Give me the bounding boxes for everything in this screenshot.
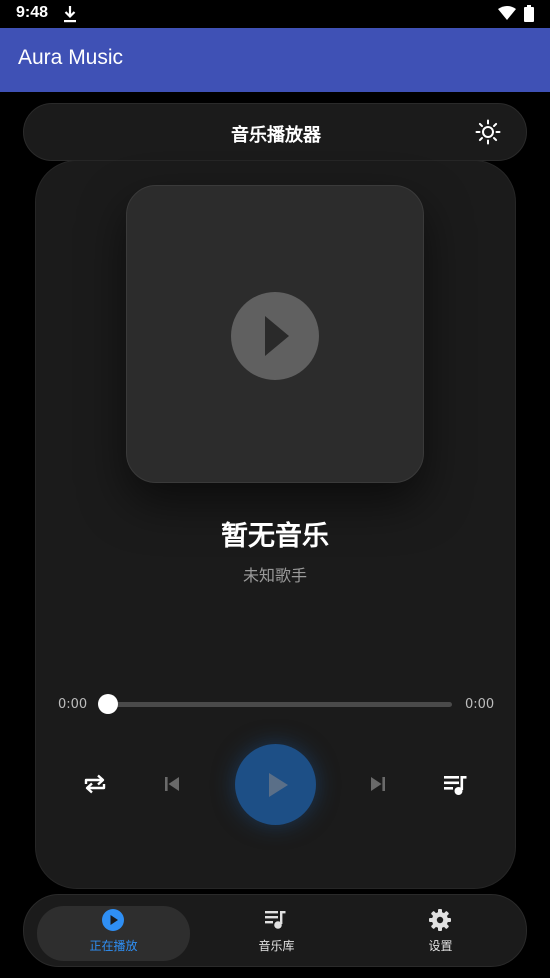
page-title: 音乐播放器 (231, 125, 321, 146)
battery-icon (524, 5, 534, 22)
nav-label-settings: 设置 (428, 939, 453, 953)
skip-previous-icon (165, 777, 179, 791)
app-title: Aura Music (18, 46, 124, 69)
bottom-navigation: 正在播放 音乐库 设置 (23, 894, 527, 967)
settings-gear-icon (429, 909, 451, 931)
skip-next-icon (371, 777, 385, 791)
wifi-icon (498, 6, 516, 20)
play-pause-button[interactable] (235, 744, 316, 825)
play-icon (265, 316, 289, 356)
nav-label-now-playing: 正在播放 (89, 939, 138, 953)
previous-button[interactable] (160, 772, 184, 796)
nav-now-playing[interactable]: 正在播放 (37, 906, 190, 961)
brightness-icon[interactable] (475, 119, 501, 145)
repeat-icon (84, 774, 106, 794)
download-icon (64, 6, 76, 23)
next-button[interactable] (366, 772, 390, 796)
seek-thumb[interactable] (98, 694, 118, 714)
seek-bar[interactable] (108, 702, 452, 707)
song-artist: 未知歌手 (242, 566, 307, 585)
album-art[interactable] (126, 185, 424, 483)
app-bar: Aura Music (0, 28, 550, 92)
nav-settings[interactable]: 设置 (364, 906, 517, 961)
playlist-icon (444, 776, 467, 795)
nav-label-library: 音乐库 (258, 939, 295, 953)
album-play-button[interactable] (231, 292, 319, 380)
total-time: 0:00 (465, 697, 495, 712)
play-icon (268, 772, 288, 797)
library-music-icon (265, 911, 286, 929)
nav-library[interactable]: 音乐库 (200, 906, 353, 961)
repeat-button[interactable] (80, 770, 110, 798)
player-header: 音乐播放器 (23, 103, 527, 161)
playlist-button[interactable] (442, 771, 470, 799)
current-time: 0:00 (58, 697, 88, 712)
play-circle-icon (102, 909, 124, 931)
status-time: 9:48 (16, 4, 49, 21)
song-title: 暂无音乐 (221, 521, 329, 552)
status-bar: 9:48 (0, 0, 550, 28)
